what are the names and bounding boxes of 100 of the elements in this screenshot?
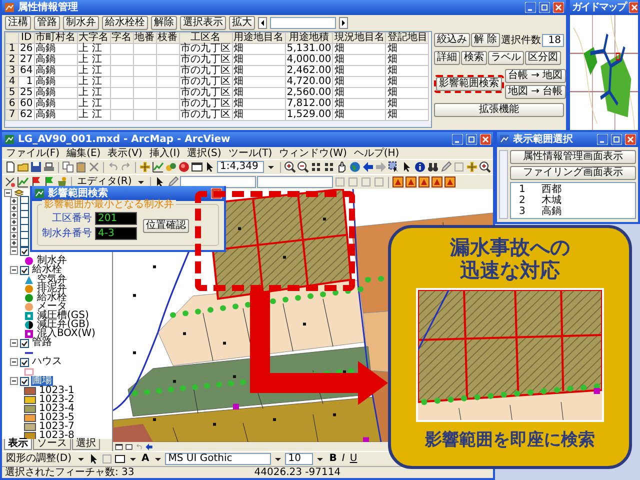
toolbar-button[interactable]: 注構 [5, 16, 31, 30]
selection-icon[interactable] [388, 161, 400, 173]
screen-button[interactable]: 属性情報管理画面表示 [510, 150, 636, 164]
view-button[interactable]: 区分図 [525, 51, 561, 65]
info-icon[interactable] [414, 161, 426, 173]
menu-item[interactable]: 挿入(I) [149, 148, 180, 158]
close-button[interactable] [480, 134, 491, 145]
column-header[interactable]: 用途地積 [285, 32, 333, 44]
list-number[interactable]: 2 [519, 195, 526, 206]
minus-box-icon[interactable] [10, 377, 18, 385]
zoom-out-icon[interactable] [297, 161, 309, 173]
plus-box-icon[interactable] [10, 232, 18, 240]
printer-icon[interactable] [43, 161, 55, 173]
plus-box-icon[interactable] [10, 196, 18, 204]
layer-checkbox[interactable] [20, 238, 29, 247]
map-symbol-icon[interactable] [404, 176, 417, 188]
layer-checkbox[interactable] [20, 196, 29, 205]
maximize-button[interactable] [539, 2, 550, 13]
row-header[interactable]: 5 [6, 88, 18, 98]
layer-name[interactable]: ハウス [31, 357, 63, 367]
globe-icon[interactable] [349, 161, 361, 173]
toc-tab[interactable]: 表示 [4, 439, 32, 450]
zoom-in-icon[interactable] [479, 161, 491, 173]
layer-checkbox[interactable] [20, 210, 29, 219]
flag-icon[interactable] [30, 176, 42, 188]
toolbar-button[interactable]: 管路 [34, 16, 60, 30]
font-size-field[interactable]: 10 [285, 453, 314, 465]
menu-item[interactable]: ヘルプ(H) [354, 148, 400, 158]
map-symbol-icon[interactable] [430, 176, 443, 188]
list-number[interactable]: 3 [519, 206, 526, 217]
minus-box-icon[interactable] [10, 339, 18, 347]
column-header[interactable]: ID [18, 32, 34, 44]
menu-item[interactable]: 編集(E) [66, 148, 101, 158]
color-balls-icon[interactable] [165, 161, 177, 173]
horizontal-scrollbar[interactable] [5, 121, 431, 127]
locate-button[interactable]: 位置確認 [143, 219, 189, 233]
text-tool-button[interactable]: A [140, 454, 152, 464]
right-arrow-button[interactable] [339, 17, 348, 29]
layer-name[interactable]: 給水栓 [31, 265, 63, 275]
layer-checkbox[interactable] [20, 266, 29, 274]
column-header[interactable]: 工区名 [179, 32, 232, 44]
pointer-icon[interactable] [401, 161, 413, 173]
minus-box-icon[interactable] [10, 247, 18, 255]
rectangle-icon[interactable] [114, 453, 126, 465]
column-header[interactable]: 用途地目名 [232, 32, 286, 44]
drawing-menu[interactable]: 図形の調整(D) [4, 454, 74, 464]
filter-button[interactable]: 絞込み [434, 33, 470, 47]
ball-icon[interactable] [178, 161, 190, 173]
rectangle-icon[interactable] [125, 442, 133, 450]
font-field[interactable]: MS UI Gothic [165, 453, 272, 465]
screen-button[interactable]: ファイリング画面表示 [510, 166, 636, 180]
toc-tab[interactable]: 選択 [72, 439, 100, 450]
cross-icon[interactable] [88, 161, 100, 173]
map-symbol-icon[interactable] [444, 176, 456, 188]
toc-tab[interactable]: ソース [33, 439, 71, 450]
map-symbol-icon[interactable] [418, 176, 430, 188]
task-field[interactable] [180, 176, 256, 188]
left-arrow-icon[interactable] [145, 442, 153, 450]
menu-item[interactable]: 表示(V) [108, 148, 142, 158]
plus-box-icon[interactable] [10, 238, 18, 246]
binoculars-icon[interactable] [427, 161, 439, 173]
zoom-in-icon[interactable] [284, 161, 296, 173]
left-arrow-icon[interactable] [362, 161, 374, 173]
value-field[interactable]: 201 [95, 212, 137, 225]
minimize-button[interactable] [452, 134, 463, 145]
close-button[interactable] [625, 134, 636, 145]
vertical-scrollbar[interactable] [499, 150, 508, 219]
minimize-button[interactable] [525, 2, 536, 13]
view-button[interactable]: ラベル [488, 51, 524, 65]
folder-icon[interactable] [17, 161, 29, 173]
minus-box-icon[interactable] [10, 358, 18, 366]
minimize-button[interactable] [597, 134, 608, 145]
four-dots-icon[interactable] [310, 161, 322, 173]
pointer-icon[interactable] [204, 161, 216, 173]
maximize-button[interactable] [466, 134, 477, 145]
toolbar-button[interactable]: 制水弁 [63, 16, 99, 30]
layer-checkbox[interactable] [20, 231, 29, 240]
column-header[interactable]: 登記地目 [386, 32, 429, 44]
list-item[interactable]: 木城 [541, 195, 562, 206]
column-header[interactable]: 現況地目名 [332, 32, 386, 44]
minus-box-icon[interactable] [10, 266, 18, 274]
close-button[interactable] [553, 2, 564, 13]
pencil-icon[interactable] [440, 161, 452, 173]
toolbar-button[interactable]: 選択表示 [180, 16, 226, 30]
maximize-button[interactable] [611, 134, 622, 145]
layer-checkbox[interactable] [20, 358, 29, 366]
toolbar-button[interactable]: 給水栓栓 [102, 16, 148, 30]
menu-item[interactable]: 選択(S) [187, 148, 222, 158]
copy-icon[interactable] [62, 161, 74, 173]
plus-box-icon[interactable] [10, 218, 18, 226]
graph-icon[interactable] [17, 176, 29, 188]
menu-item[interactable]: ツール(T) [228, 148, 272, 158]
menu-item[interactable]: ファイル(F) [6, 148, 60, 158]
close-button[interactable] [629, 2, 638, 13]
row-header[interactable]: 4 [6, 76, 18, 88]
four-dots-icon[interactable] [323, 161, 335, 173]
window-icon[interactable] [115, 442, 123, 450]
toolbar-button[interactable]: 拡大 [229, 16, 255, 30]
text-style-button[interactable]: B [327, 454, 339, 464]
column-header[interactable]: 地番 [133, 32, 156, 44]
